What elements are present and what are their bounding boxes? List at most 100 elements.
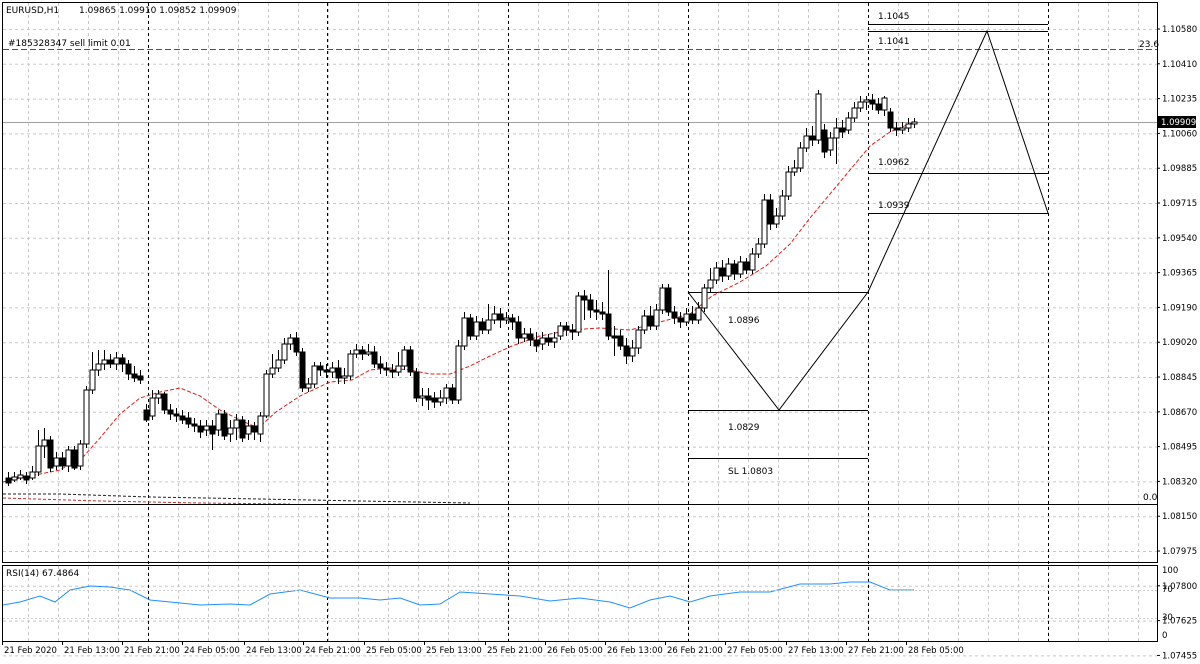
candle-bullish (311, 365, 318, 385)
candle-bullish (281, 343, 288, 361)
current-price-value: 1.09909 (1161, 118, 1196, 128)
chart-ohlc-label: 1.09865 1.09910 1.09852 1.09909 (79, 6, 237, 16)
candle-bullish (353, 349, 360, 355)
price-tick-label: 1.08670 (1162, 408, 1197, 418)
candle-bullish (35, 445, 42, 473)
candle-bullish (155, 393, 162, 399)
level-0829-label: 1.0829 (728, 423, 760, 433)
candle-bullish (845, 117, 852, 131)
candle-bullish (485, 319, 492, 331)
candle-bearish (689, 313, 696, 321)
candle-bullish (851, 107, 858, 119)
candle-bearish (161, 393, 168, 411)
candle-bullish (305, 383, 312, 389)
time-axis[interactable]: 21 Feb 2020 21 Feb 13:00 21 Feb 21:00 24 Fe… (2, 641, 964, 656)
time-tick-label: 27 Feb 05:00 (727, 646, 783, 656)
rsi-tick-label: 100 (1162, 566, 1178, 576)
candle-bullish (269, 367, 276, 375)
time-tick-label: 27 Feb 13:00 (788, 646, 844, 656)
candle-bearish (125, 363, 132, 375)
time-tick-label: 21 Feb 21:00 (124, 646, 180, 656)
candle-bullish (455, 345, 462, 401)
candle-bullish (803, 135, 810, 149)
candle-bearish (431, 397, 438, 403)
candle-bearish (335, 367, 342, 379)
candle-bearish (611, 335, 618, 339)
candle-bearish (665, 287, 672, 313)
candle-bearish (407, 349, 414, 373)
candle-bullish (695, 307, 702, 321)
candle-bearish (587, 299, 594, 311)
candle-bearish (221, 413, 228, 437)
candle-bearish (389, 369, 396, 373)
candle-bullish (791, 167, 798, 173)
candle-bullish (653, 309, 660, 327)
time-tick-label: 24 Feb 21:00 (305, 646, 361, 656)
candle-bearish (893, 127, 900, 131)
price-tick-label: 1.10410 (1162, 60, 1197, 70)
candle-bullish (749, 253, 756, 271)
candle-bullish (53, 457, 60, 467)
candle-bearish (377, 363, 384, 369)
candle-bullish (761, 199, 768, 245)
candle-bullish (899, 127, 906, 131)
candle-bearish (107, 359, 114, 365)
candle-bearish (623, 345, 630, 357)
candle-bearish (209, 425, 216, 435)
candle-bullish (557, 325, 564, 337)
candle-bullish (701, 287, 708, 309)
candle-bearish (449, 387, 456, 401)
candle-bearish (197, 425, 204, 433)
candle-bearish (743, 261, 750, 271)
candle-bullish (233, 419, 240, 429)
time-tick-label: 26 Feb 13:00 (607, 646, 663, 656)
candle-bearish (533, 339, 540, 347)
candle-bullish (395, 365, 402, 373)
price-tick-label: 1.09885 (1162, 164, 1197, 174)
candle-bullish (539, 337, 546, 345)
candle-bullish (641, 315, 648, 331)
chart-window[interactable]: EURUSD,H1 1.09865 1.09910 1.09852 1.0990… (0, 0, 1200, 661)
candle-bearish (467, 317, 474, 337)
candle-bearish (5, 477, 12, 484)
candle-bearish (581, 295, 588, 301)
candle-bearish (647, 315, 654, 327)
candle-bullish (287, 337, 294, 345)
price-tick-label: 1.09190 (1162, 303, 1197, 313)
time-tick-label: 25 Feb 05:00 (366, 646, 422, 656)
candle-bullish (575, 295, 582, 333)
candle-bullish (911, 121, 918, 125)
candle-bearish (413, 371, 420, 399)
candle-bearish (191, 423, 198, 427)
candle-bearish (185, 417, 192, 425)
candle-bearish (167, 409, 174, 415)
candle-bullish (521, 333, 528, 339)
time-tick-label: 26 Feb 05:00 (547, 646, 603, 656)
candle-bullish (29, 471, 36, 479)
candle-bearish (293, 337, 300, 353)
candle-bullish (83, 389, 90, 445)
candle-bullish (779, 195, 786, 217)
rsi-tick-label: 70 (1162, 585, 1173, 595)
candle-bearish (731, 263, 738, 275)
candle-bullish (95, 363, 102, 371)
candle-bearish (617, 335, 624, 347)
candle-bearish (323, 369, 330, 373)
candle-bullish (263, 373, 270, 417)
secondary-ma-dark (3, 493, 471, 504)
time-tick-label: 24 Feb 13:00 (246, 646, 302, 656)
chart-canvas[interactable]: EURUSD,H1 1.09865 1.09910 1.09852 1.0990… (0, 0, 1200, 661)
candle-bearish (605, 313, 612, 337)
candle-bullish (245, 425, 252, 435)
candle-bearish (569, 329, 576, 333)
candle-bearish (317, 365, 324, 371)
candle-bullish (461, 317, 468, 347)
candle-bullish (659, 287, 666, 311)
time-tick-label: 24 Feb 05:00 (184, 646, 240, 656)
candle-bearish (509, 317, 516, 323)
price-tick-label: 1.10580 (1162, 25, 1197, 35)
candle-bullish (713, 267, 720, 281)
candle-bullish (329, 367, 336, 373)
candle-bearish (71, 449, 78, 469)
level-0939-label: 1.0939 (878, 201, 910, 211)
